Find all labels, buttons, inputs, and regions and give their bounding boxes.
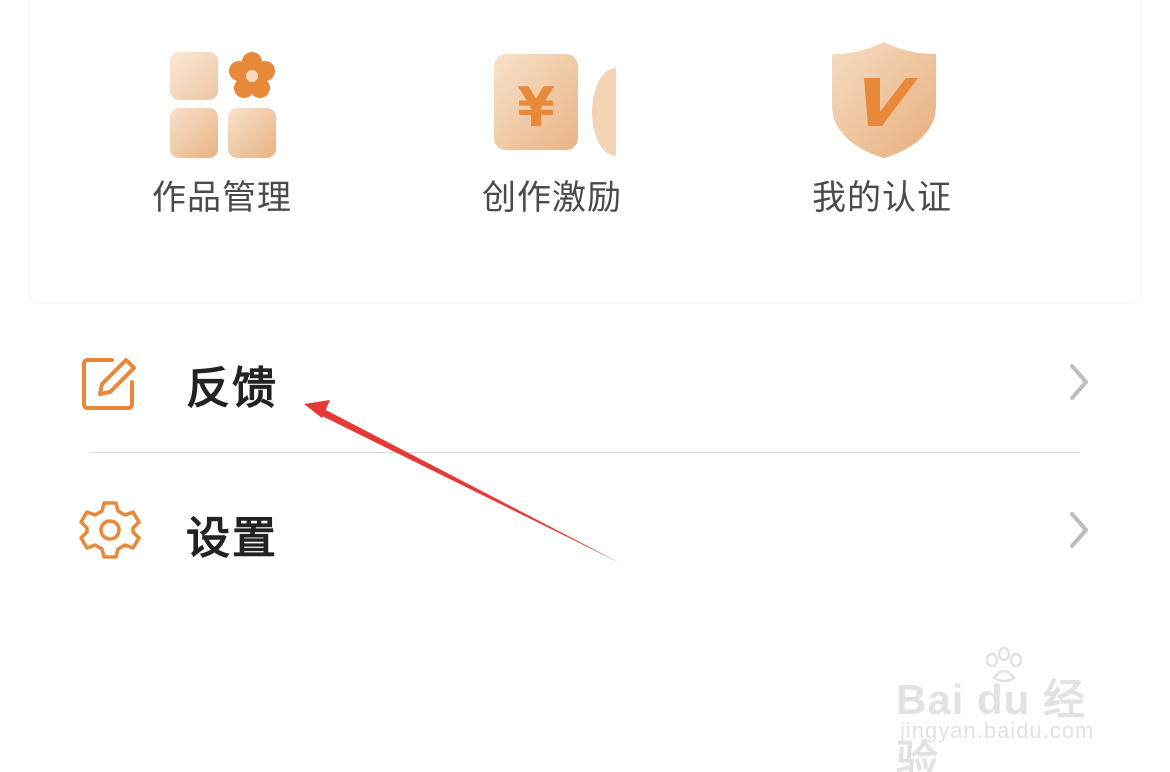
- menu-item-feedback[interactable]: 反馈: [0, 312, 1170, 452]
- shortcut-label: 创作激励: [482, 178, 622, 218]
- shortcut-label: 我的认证: [812, 178, 952, 218]
- chevron-right-icon: [1070, 512, 1088, 548]
- chevron-right-icon: [1070, 364, 1088, 400]
- shortcut-label: 作品管理: [152, 178, 292, 218]
- menu-item-label: 设置: [186, 513, 278, 564]
- shortcut-creation-incentive[interactable]: ¥ 创作激励: [452, 0, 652, 280]
- divider: [90, 452, 1080, 453]
- yuan-glyph: ¥: [517, 76, 555, 139]
- works-grid-icon: [170, 52, 276, 158]
- shortcut-card: 作品管理 ¥ 创作激励 我的认证: [30, 0, 1140, 302]
- menu-item-settings[interactable]: 设置: [0, 462, 1170, 602]
- gear-icon: [79, 501, 141, 559]
- verified-shield-icon: [832, 42, 936, 158]
- shortcut-works-management[interactable]: 作品管理: [122, 0, 322, 280]
- shortcut-my-verification[interactable]: 我的认证: [782, 0, 982, 280]
- menu-item-label: 反馈: [186, 363, 278, 414]
- baidu-watermark: Bai du 经验 jingyan.baidu.com: [896, 646, 1116, 772]
- yuan-coin-icon: ¥: [494, 54, 616, 156]
- watermark-url: jingyan.baidu.com: [900, 718, 1095, 743]
- profile-page: 作品管理 ¥ 创作激励 我的认证 反馈 设置 Bai du 经验 jingyan…: [0, 0, 1170, 772]
- edit-icon: [82, 358, 136, 410]
